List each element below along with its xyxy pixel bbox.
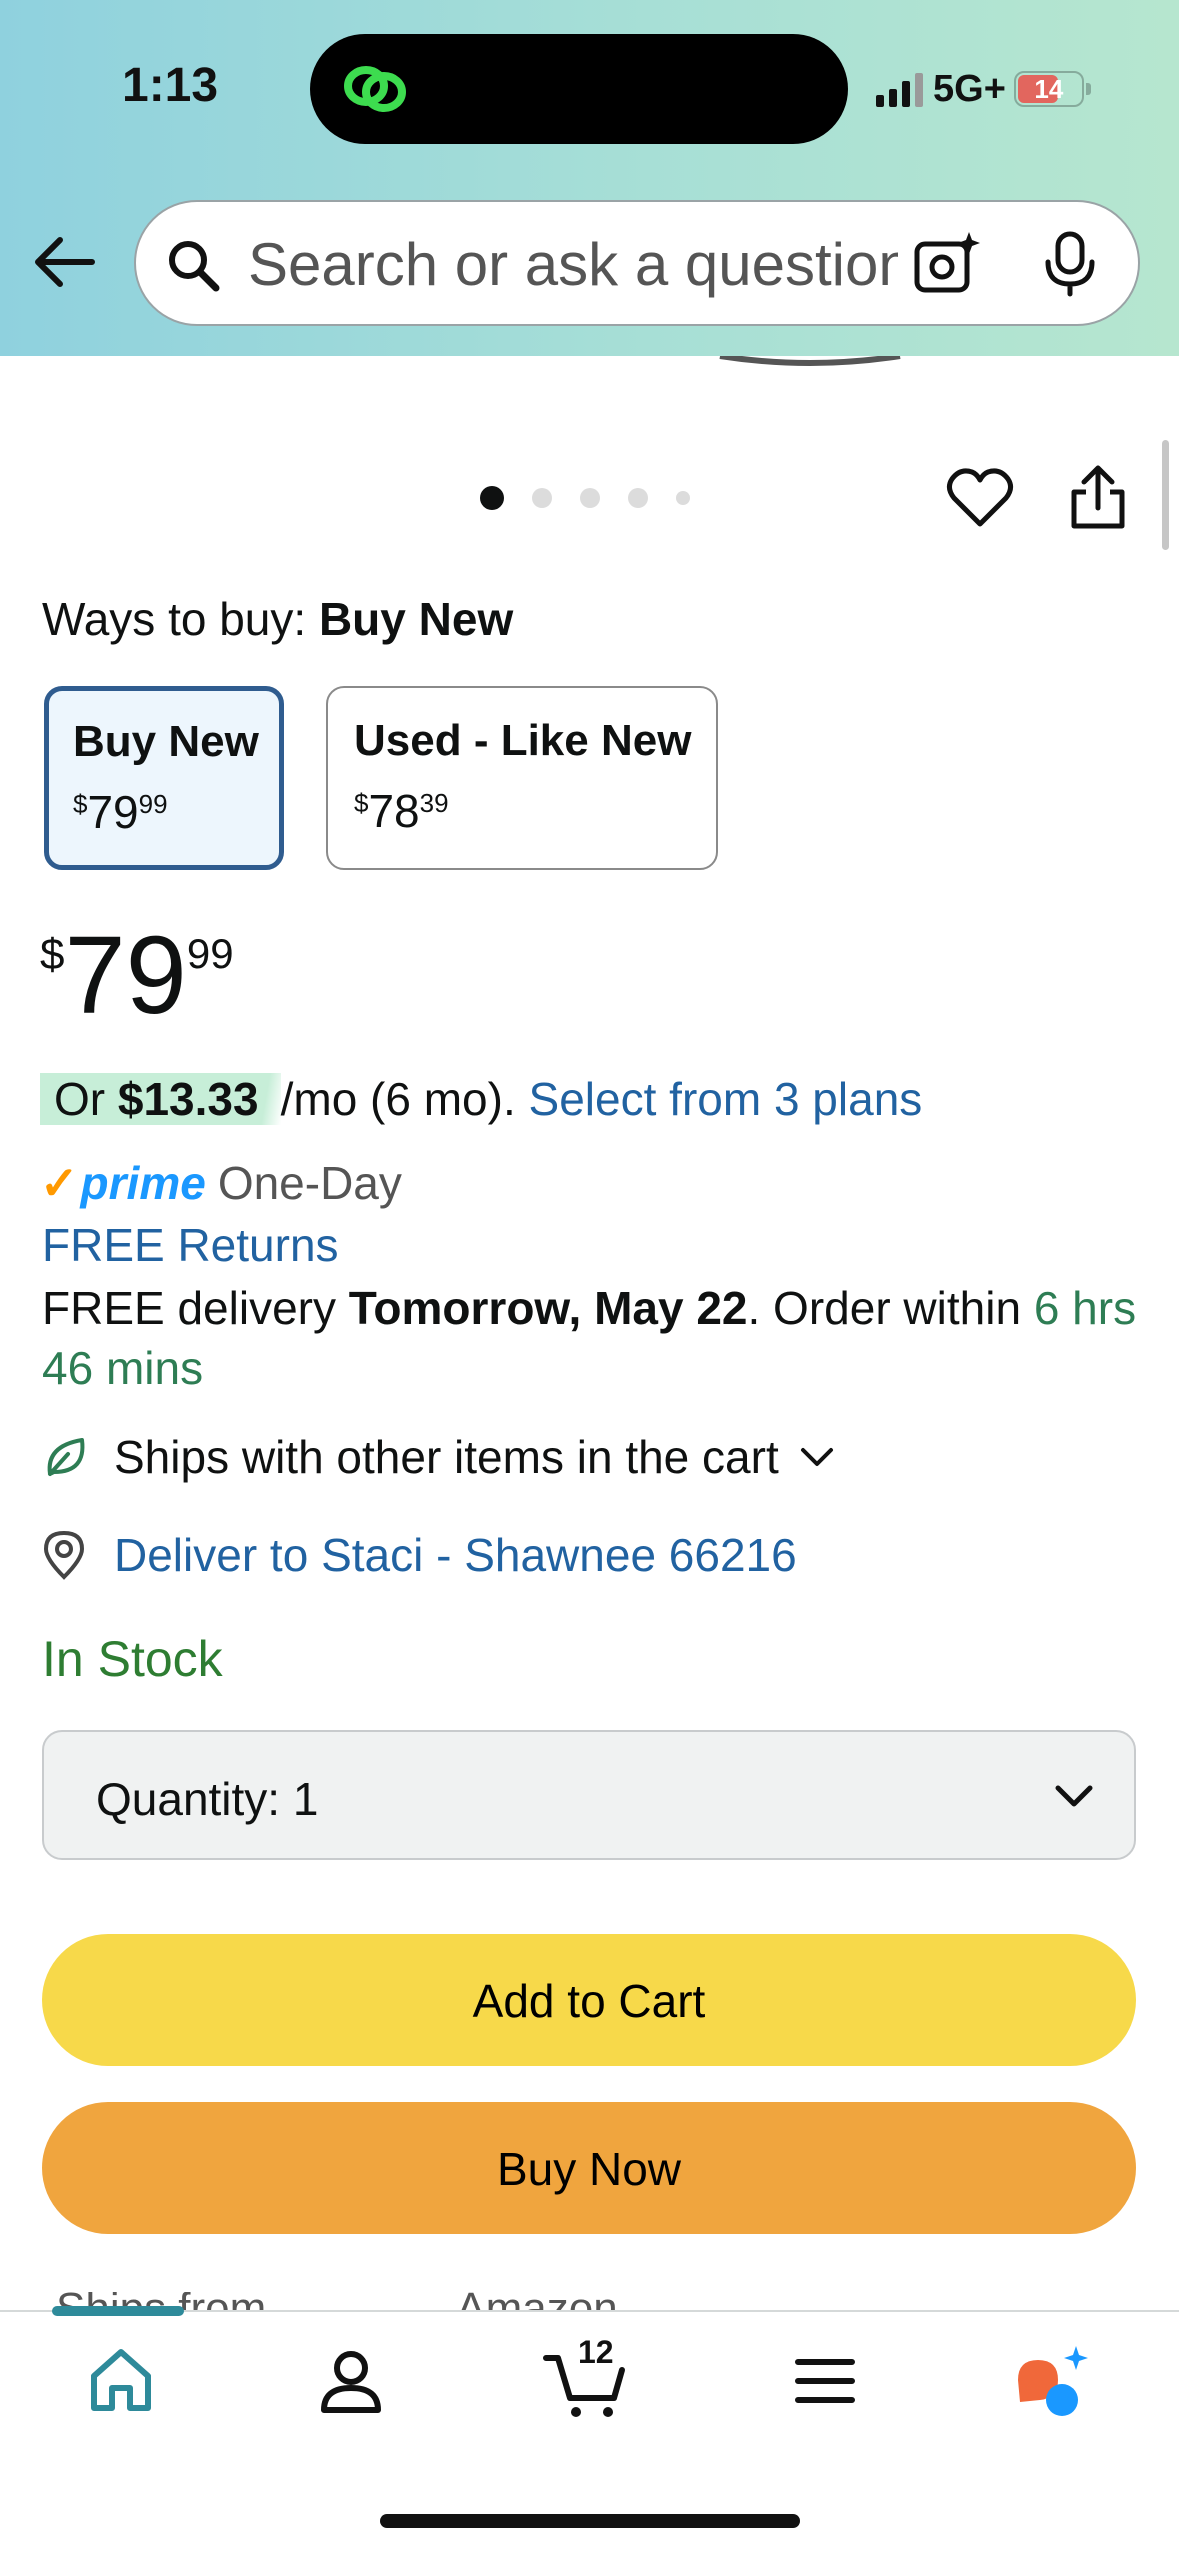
search-icon — [169, 241, 220, 292]
app-header: 1:13 5G+ 14 Search or ask a question — [0, 0, 1179, 356]
installment-term: /mo (6 mo). — [280, 1073, 516, 1125]
carousel-dot[interactable] — [676, 491, 690, 505]
status-time: 1:13 — [122, 59, 219, 112]
prime-logo: ✓ prime — [40, 1157, 206, 1209]
installment-offer: Or $13.33/mo (6 mo). Select from 3 plans — [40, 1072, 922, 1126]
battery-level: 14 — [1034, 74, 1064, 104]
carousel-dot[interactable] — [480, 486, 504, 510]
option-title: Used - Like New — [354, 716, 692, 765]
chevron-down-icon — [1055, 1785, 1093, 1807]
person-icon — [321, 2351, 381, 2413]
prime-delivery: ✓ prime One-Day — [40, 1156, 402, 1210]
active-tab-indicator — [52, 2306, 184, 2316]
cart-count-badge: 12 — [578, 2334, 614, 2370]
option-price: $7839 — [354, 785, 449, 837]
carousel-dot[interactable] — [628, 488, 648, 508]
buy-new-option[interactable]: Buy New $7999 — [44, 686, 284, 870]
share-icon[interactable] — [1066, 462, 1130, 532]
microphone-icon[interactable] — [1038, 230, 1102, 298]
tab-menu[interactable] — [780, 2336, 870, 2426]
status-indicators: 5G+ 14 — [876, 64, 1091, 114]
tab-account[interactable] — [306, 2336, 396, 2426]
delivery-info: FREE delivery Tomorrow, May 22. Order wi… — [42, 1282, 1137, 1394]
chevron-down-icon — [800, 1448, 833, 1466]
tab-home[interactable] — [76, 2336, 166, 2426]
product-price: $7999 — [40, 914, 234, 1037]
signal-icon — [876, 71, 923, 107]
menu-icon — [795, 2359, 855, 2403]
quantity-dropdown[interactable]: Quantity: 1 — [42, 1730, 1136, 1860]
ways-to-buy-selected: Buy New — [318, 593, 514, 645]
carousel-dot[interactable] — [532, 488, 552, 508]
home-indicator — [380, 2514, 800, 2528]
installment-highlight: Or $13.33 — [40, 1073, 281, 1125]
dynamic-island — [310, 34, 848, 144]
ships-with-label: Ships with other items in the cart — [114, 1431, 779, 1483]
deliver-to-label: Deliver to Staci - Shawnee 66216 — [114, 1529, 797, 1581]
delivery-date: Tomorrow, May 22 — [348, 1282, 748, 1334]
location-pin-icon — [43, 1530, 85, 1580]
prime-one-day-label: One-Day — [217, 1157, 402, 1209]
heart-icon[interactable] — [946, 466, 1014, 530]
back-arrow-icon[interactable] — [30, 232, 100, 292]
leaf-icon — [47, 1438, 85, 1476]
ways-to-buy-label: Ways to buy: — [42, 593, 307, 645]
search-input[interactable]: Search or ask a question — [248, 230, 898, 299]
assistant-icon — [1018, 2346, 1088, 2416]
image-carousel-dots[interactable] — [480, 486, 718, 510]
used-like-new-option[interactable]: Used - Like New $7839 — [326, 686, 718, 870]
ships-with-other-items[interactable]: Ships with other items in the cart — [40, 1430, 837, 1484]
option-price: $7999 — [73, 786, 168, 838]
select-plans-link[interactable]: Select from 3 plans — [529, 1073, 923, 1125]
deliver-to-location[interactable]: Deliver to Staci - Shawnee 66216 — [40, 1528, 797, 1582]
carousel-dot[interactable] — [580, 488, 600, 508]
scrollbar[interactable] — [1162, 440, 1169, 550]
quantity-value: 1 — [292, 1773, 319, 1825]
search-bar[interactable]: Search or ask a question — [134, 200, 1140, 326]
ways-to-buy-heading: Ways to buy: Buy New — [42, 592, 513, 646]
tab-assistant[interactable] — [1010, 2336, 1100, 2426]
add-to-cart-button[interactable]: Add to Cart — [42, 1934, 1136, 2066]
prime-check-icon: ✓ — [40, 1157, 79, 1209]
battery-icon: 14 — [1013, 71, 1084, 107]
product-image-edge — [719, 356, 901, 366]
free-returns-link[interactable]: FREE Returns — [42, 1218, 339, 1272]
camera-search-icon[interactable] — [911, 228, 983, 300]
home-icon — [91, 2349, 151, 2411]
network-type: 5G+ — [933, 67, 1006, 110]
quantity-label: Quantity: 1 — [96, 1773, 319, 1825]
option-title: Buy New — [73, 717, 259, 766]
link-icon — [344, 66, 406, 112]
stock-status: In Stock — [42, 1631, 223, 1687]
buy-now-button[interactable]: Buy Now — [42, 2102, 1136, 2234]
